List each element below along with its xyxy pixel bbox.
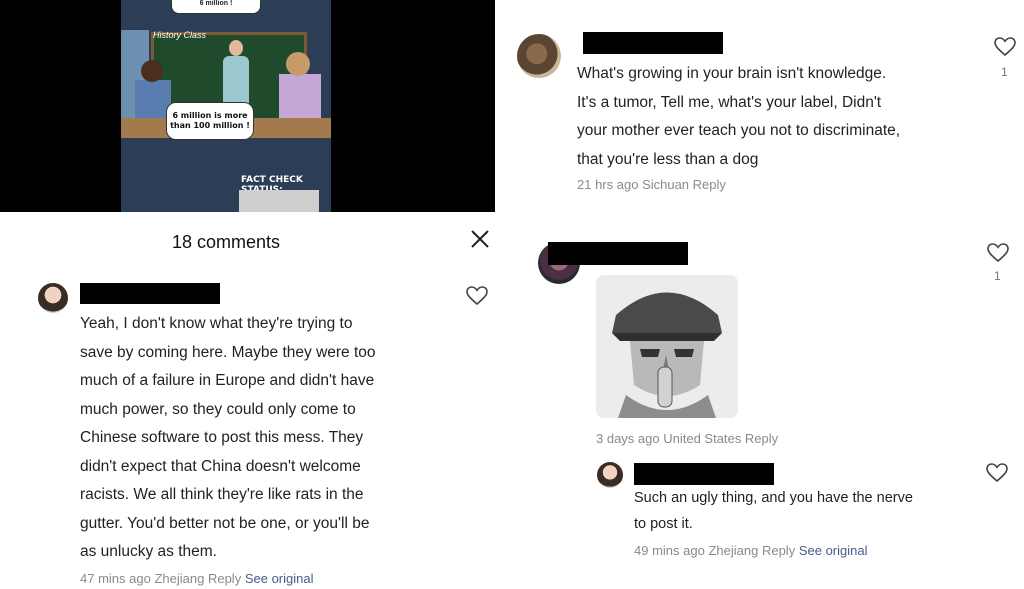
- comment-line: much power, so they could only come to: [80, 400, 356, 418]
- comment-line: as unlucky as them.: [80, 543, 217, 560]
- comment-time: 3 days ago: [596, 431, 660, 446]
- comment-time: 49 mins ago: [634, 543, 705, 558]
- avatar[interactable]: [597, 462, 623, 488]
- comment-location: Sichuan: [642, 177, 690, 192]
- see-original-link[interactable]: See original: [245, 571, 314, 586]
- comment-image[interactable]: [596, 275, 738, 418]
- comment-time: 21 hrs ago: [577, 177, 639, 192]
- comment-line: Yeah, I don't know what they're trying t…: [80, 315, 353, 332]
- like-count: 1: [994, 269, 1001, 283]
- see-original-link[interactable]: See original: [799, 543, 868, 558]
- heart-icon[interactable]: [466, 286, 488, 306]
- comment-meta: 49 mins ago Zhejiang Reply See original: [634, 543, 867, 558]
- reply-button[interactable]: Reply: [762, 543, 795, 558]
- avatar[interactable]: [38, 283, 68, 313]
- comment-location: United States: [663, 431, 742, 446]
- comment-text: What's growing in your brain isn't knowl…: [577, 60, 977, 174]
- comment-text: Such an ugly thing, and you have the ner…: [634, 485, 994, 537]
- comments-count-title: 18 comments: [172, 232, 281, 252]
- speech-bubble-top: 6 million !: [171, 0, 261, 14]
- comment-line: What's growing in your brain isn't knowl…: [577, 65, 887, 82]
- reply-button[interactable]: Reply: [693, 177, 726, 192]
- comment-line: much of a failure in Europe and didn't h…: [80, 372, 375, 389]
- teacher-figure: [229, 40, 243, 56]
- comment-line: gutter. You'd better not be one, or you'…: [80, 514, 370, 532]
- avatar[interactable]: [517, 34, 561, 78]
- comment-meta: 47 mins ago Zhejiang Reply See original: [80, 571, 313, 586]
- username-redacted: [634, 463, 774, 485]
- comment-line: didn't expect that China doesn't welcome: [80, 457, 361, 475]
- comment-location: Zhejiang: [708, 543, 759, 558]
- student-head: [286, 52, 310, 76]
- comment-location: Zhejiang: [154, 571, 205, 586]
- fact-check-image: [239, 190, 319, 212]
- comment-meta: 3 days ago United States Reply: [596, 431, 778, 446]
- speech-bubble: 6 million is more than 100 million !: [166, 102, 254, 140]
- comment-text: Yeah, I don't know what they're trying t…: [80, 310, 460, 567]
- username-redacted: [548, 242, 688, 265]
- heart-icon[interactable]: [994, 37, 1016, 57]
- history-class-label: History Class: [153, 30, 207, 40]
- comment-line: save by coming here. Maybe they were too: [80, 343, 376, 361]
- comment-line: Such an ugly thing, and you have the ner…: [634, 490, 913, 506]
- student-figure: [279, 74, 321, 124]
- comment-line: that you're less than a dog: [577, 150, 759, 168]
- heart-icon[interactable]: [986, 463, 1008, 483]
- comment-line: racists. We all think they're like rats …: [80, 486, 364, 503]
- username-redacted: [583, 32, 723, 54]
- reply-button[interactable]: Reply: [208, 571, 241, 586]
- username-redacted: [80, 283, 220, 304]
- like-count: 1: [1001, 65, 1008, 79]
- meme-image: 6 million ! History Class 6 million is m…: [121, 0, 331, 212]
- close-icon[interactable]: [470, 229, 490, 254]
- heart-icon[interactable]: [987, 243, 1009, 263]
- teacher-body: [223, 56, 249, 104]
- reply-button[interactable]: Reply: [745, 431, 778, 446]
- comment-line: It's a tumor, Tell me, what's your label…: [577, 93, 882, 111]
- comment-line: your mother ever teach you not to discri…: [577, 122, 901, 139]
- comment-time: 47 mins ago: [80, 571, 151, 586]
- comment-line: Chinese software to post this mess. They: [80, 429, 364, 446]
- comment-meta: 21 hrs ago Sichuan Reply: [577, 177, 726, 192]
- comment-line: to post it.: [634, 516, 693, 532]
- video-panel[interactable]: 6 million ! History Class 6 million is m…: [0, 0, 495, 212]
- student-head: [141, 60, 163, 82]
